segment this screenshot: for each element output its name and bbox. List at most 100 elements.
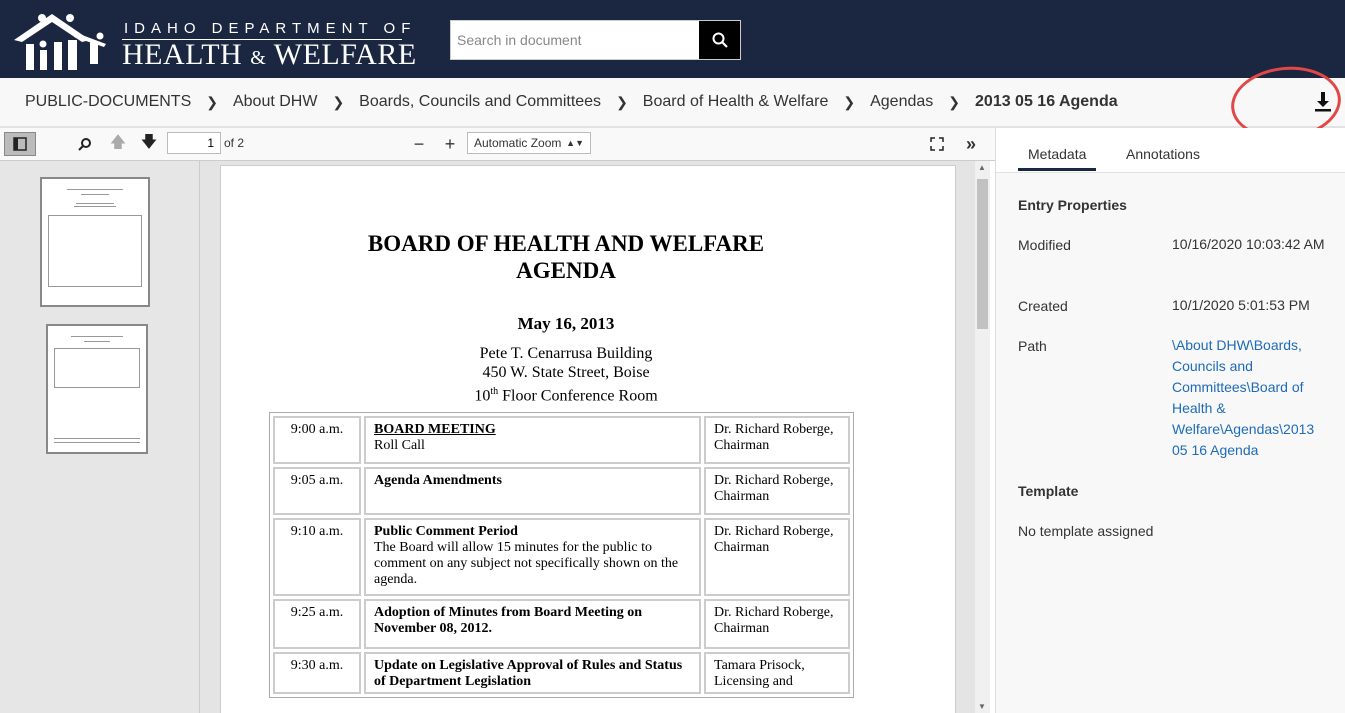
table-row: 9:00 a.m. BOARD MEETING Roll Call Dr. Richa… <box>273 416 850 464</box>
presenter-cell: Dr. Richard Roberge, Chairman <box>704 467 850 515</box>
breadcrumb-item[interactable]: Agendas <box>870 93 933 111</box>
path-label: Path <box>1018 338 1047 354</box>
site-header: IDAHO DEPARTMENT OF HEALTH & WELFARE <box>0 0 1345 78</box>
table-row: 9:30 a.m. Update on Legislative Approval … <box>273 652 850 694</box>
select-arrows-icon: ▲▼ <box>566 138 584 148</box>
time-cell: 9:00 a.m. <box>273 416 361 464</box>
search-box <box>450 20 741 60</box>
item-desc: The Board will allow 15 minutes for the … <box>374 540 679 587</box>
agenda-table: 9:00 a.m. BOARD MEETING Roll Call Dr. Richa… <box>269 412 854 698</box>
presenter-cell: Tamara Prisock, Licensing and <box>704 652 850 694</box>
presenter-cell: Dr. Richard Roberge, Chairman <box>704 518 850 596</box>
chevron-right-icon: ❯ <box>948 93 961 110</box>
floor-number: 10 <box>474 387 491 405</box>
search-button[interactable] <box>699 21 740 59</box>
zoom-out-button[interactable]: − <box>410 132 428 156</box>
document-scrollbar[interactable]: ▲ ▼ <box>975 161 990 713</box>
page-count: of 2 <box>224 136 245 150</box>
created-label: Created <box>1018 298 1068 314</box>
search-icon <box>78 138 91 151</box>
item-title: Adoption of Minutes from Board Meeting o… <box>374 605 643 636</box>
address-line: 450 W. State Street, Boise <box>482 364 650 381</box>
next-page-button[interactable]: 🡇 <box>140 132 158 156</box>
zoom-value: Automatic Zoom <box>474 136 562 150</box>
item-title: Public Comment Period <box>374 524 518 539</box>
time-cell: 9:10 a.m. <box>273 518 361 596</box>
page-thumbnail-1[interactable] <box>40 177 150 307</box>
title-line: BOARD OF HEALTH AND WELFARE <box>367 231 765 256</box>
document-title: BOARD OF HEALTH AND WELFARE AGENDA <box>200 230 933 284</box>
path-link[interactable]: \About DHW\Boards, Councils and Committe… <box>1172 335 1327 461</box>
item-title: Update on Legislative Approval of Rules … <box>374 658 683 689</box>
plus-icon: + <box>444 133 456 154</box>
brand-amp: & <box>250 47 267 69</box>
address-line: Pete T. Cenarrusa Building <box>479 345 653 362</box>
search-input[interactable] <box>451 21 699 59</box>
scroll-down-icon[interactable]: ▼ <box>978 702 986 711</box>
presenter-cell: Dr. Richard Roberge, Chairman <box>704 416 850 464</box>
zoom-in-button[interactable]: + <box>441 132 459 156</box>
meeting-location: Pete T. Cenarrusa Building 450 W. State … <box>200 344 933 405</box>
arrow-down-icon: 🡇 <box>140 133 158 151</box>
breadcrumb-item[interactable]: PUBLIC-DOCUMENTS <box>25 93 191 111</box>
zoom-select[interactable]: Automatic Zoom ▲▼ <box>467 132 591 154</box>
tab-metadata[interactable]: Metadata <box>1018 146 1097 171</box>
sidebar-toggle-button[interactable] <box>4 132 36 156</box>
tools-button[interactable]: » <box>962 132 980 156</box>
brand-title: HEALTH & WELFARE <box>122 38 417 72</box>
section-heading: Entry Properties <box>1018 197 1127 213</box>
breadcrumb-item[interactable]: Board of Health & Welfare <box>643 93 829 111</box>
table-row: 9:05 a.m. Agenda Amendments Dr. Richard Ro… <box>273 467 850 515</box>
item-cell: BOARD MEETING Roll Call <box>364 416 701 464</box>
time-cell: 9:25 a.m. <box>273 599 361 649</box>
panel-tabs: Metadata Annotations <box>996 128 1345 173</box>
breadcrumb-current: 2013 05 16 Agenda <box>975 93 1118 110</box>
chevron-right-icon: ❯ <box>206 93 218 110</box>
breadcrumb-item[interactable]: Boards, Councils and Committees <box>359 93 601 111</box>
title-line: AGENDA <box>516 258 616 283</box>
page-thumbnail-2[interactable] <box>46 324 148 454</box>
created-value: 10/1/2020 5:01:53 PM <box>1172 297 1310 313</box>
modified-value: 10/16/2020 10:03:42 AM <box>1172 236 1325 252</box>
thumbnail-sidebar <box>0 161 200 713</box>
brand-word: HEALTH <box>122 38 243 71</box>
fullscreen-icon <box>930 137 944 151</box>
previous-page-button[interactable]: 🡅 <box>109 132 127 156</box>
floor-text: Floor Conference Room <box>498 387 658 405</box>
dhw-logo-icon[interactable] <box>12 10 107 72</box>
time-cell: 9:05 a.m. <box>273 467 361 515</box>
brand-subtitle: IDAHO DEPARTMENT OF <box>124 20 417 37</box>
sidebar-icon <box>13 137 27 151</box>
item-cell: Agenda Amendments <box>364 467 701 515</box>
item-title: BOARD MEETING <box>374 422 496 437</box>
scroll-up-icon[interactable]: ▲ <box>978 163 986 172</box>
breadcrumb-item[interactable]: About DHW <box>233 93 317 111</box>
tab-annotations[interactable]: Annotations <box>1126 146 1200 168</box>
chevron-right-icon: ❯ <box>616 93 628 110</box>
arrow-up-icon: 🡅 <box>109 133 127 151</box>
scrollbar-thumb[interactable] <box>977 179 988 329</box>
double-chevron-right-icon: » <box>965 133 976 154</box>
item-cell: Update on Legislative Approval of Rules … <box>364 652 701 694</box>
meeting-date: May 16, 2013 <box>517 314 615 333</box>
breadcrumb: PUBLIC-DOCUMENTS ❯ About DHW ❯ Boards, Cou… <box>0 78 1345 128</box>
presentation-mode-button[interactable] <box>928 132 946 156</box>
template-value: No template assigned <box>1018 523 1154 539</box>
minus-icon: − <box>413 133 425 154</box>
item-desc: Roll Call <box>374 438 425 453</box>
brand-word: WELFARE <box>273 38 417 71</box>
floor-suffix: th <box>490 386 499 397</box>
item-title: Agenda Amendments <box>374 473 502 488</box>
time-cell: 9:30 a.m. <box>273 652 361 694</box>
presenter-cell: Dr. Richard Roberge, Chairman <box>704 599 850 649</box>
item-cell: Public Comment Period The Board will allo… <box>364 518 701 596</box>
section-heading: Template <box>1018 483 1079 499</box>
page-number-input[interactable] <box>167 132 221 154</box>
document-viewer: BOARD OF HEALTH AND WELFARE AGENDA May 16… <box>200 161 975 713</box>
pdf-page: BOARD OF HEALTH AND WELFARE AGENDA May 16… <box>220 165 956 713</box>
item-cell: Adoption of Minutes from Board Meeting o… <box>364 599 701 649</box>
address-line: 10th Floor Conference Room <box>200 382 933 405</box>
properties-panel: Metadata Annotations Entry Properties Mo… <box>995 128 1345 713</box>
find-button[interactable] <box>76 132 94 156</box>
search-icon <box>712 32 728 48</box>
